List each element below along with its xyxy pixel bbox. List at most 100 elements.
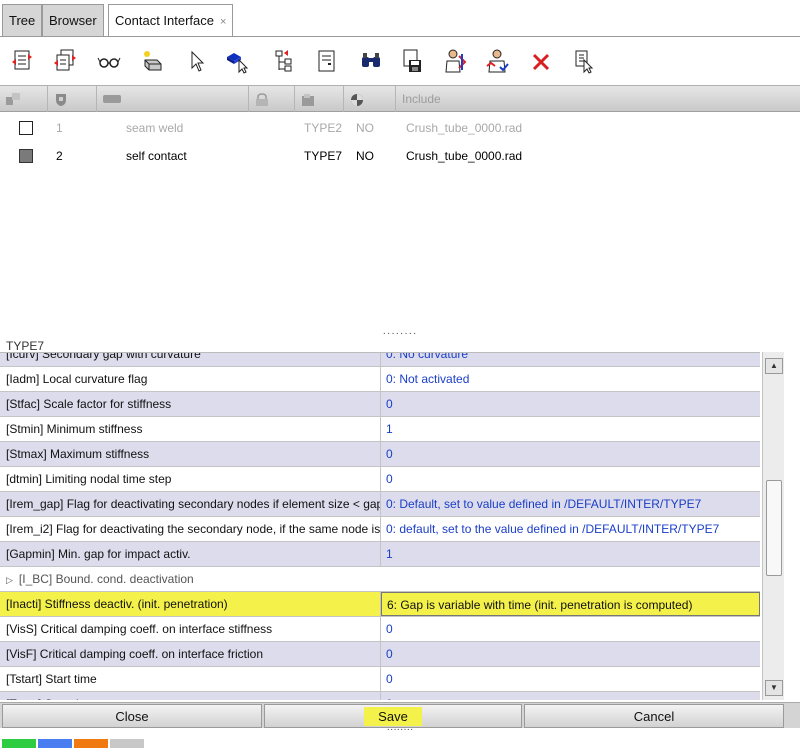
select-entity-icon[interactable] xyxy=(223,47,251,75)
delete-icon[interactable] xyxy=(527,47,555,75)
bottom-splitter[interactable]: ········ xyxy=(0,725,800,736)
close-button[interactable]: Close xyxy=(2,704,262,728)
attr-row[interactable]: [Tstart] Start time 0 xyxy=(0,667,760,692)
attr-group-row[interactable]: ▷ [I_BC] Bound. cond. deactivation xyxy=(0,567,760,592)
attr-value[interactable]: 0: Default, set to value defined in /DEF… xyxy=(381,492,760,516)
find-binoculars-icon[interactable] xyxy=(357,47,385,75)
attr-row[interactable]: [Iadm] Local curvature flag 0: Not activ… xyxy=(0,367,760,392)
attr-value[interactable]: 0 xyxy=(381,692,760,700)
attr-value[interactable]: 0: Not activated xyxy=(381,367,760,391)
copy-interface-icon[interactable] xyxy=(51,47,79,75)
tab-browser[interactable]: Browser xyxy=(42,4,104,36)
attr-label: [Icurv] Secondary gap with curvature xyxy=(0,353,381,366)
header-name-col[interactable] xyxy=(97,86,249,112)
contact-check2-icon[interactable] xyxy=(483,47,511,75)
attr-row[interactable]: [VisS] Critical damping coeff. on interf… xyxy=(0,617,760,642)
tab-contact-interface[interactable]: Contact Interface × xyxy=(108,4,234,37)
row-name: self contact xyxy=(126,149,187,163)
status-swatch-orange xyxy=(74,739,108,748)
attr-row[interactable]: [Stmax] Maximum stiffness 0 xyxy=(0,442,760,467)
cancel-button[interactable]: Cancel xyxy=(524,704,784,728)
scroll-up-icon[interactable]: ▲ xyxy=(765,358,783,374)
select-arrow-icon[interactable] xyxy=(183,47,211,75)
status-swatch-green xyxy=(2,739,36,748)
attr-row[interactable]: [Gapmin] Min. gap for impact activ. 1 xyxy=(0,542,760,567)
isolate-icon[interactable] xyxy=(139,47,167,75)
attr-label: [Irem_i2] Flag for deactivating the seco… xyxy=(0,517,381,541)
table-row[interactable]: 2 self contact TYPE7 NO Crush_tube_0000.… xyxy=(0,143,800,170)
attr-value[interactable]: 0: default, set to the value defined in … xyxy=(381,517,760,541)
tab-browser-label: Browser xyxy=(49,13,97,28)
properties-icon[interactable] xyxy=(313,47,341,75)
attr-label: [Stfac] Scale factor for stiffness xyxy=(0,392,381,416)
hierarchy-icon[interactable] xyxy=(270,47,298,75)
panel-splitter[interactable]: ········ xyxy=(0,329,800,341)
attr-value[interactable]: 0: No curvature xyxy=(381,353,760,366)
row-id: 1 xyxy=(56,121,63,135)
status-swatch-gray xyxy=(110,739,144,748)
attr-row[interactable]: [VisF] Critical damping coeff. on interf… xyxy=(0,642,760,667)
contact-check-icon[interactable] xyxy=(442,47,470,75)
attr-label: [Iadm] Local curvature flag xyxy=(0,367,381,391)
attr-row[interactable]: [Irem_i2] Flag for deactivating the seco… xyxy=(0,517,760,542)
header-lock-col[interactable] xyxy=(249,86,295,112)
type-icon xyxy=(301,93,315,106)
header-include-col[interactable]: Include xyxy=(396,86,800,112)
lock-icon xyxy=(255,93,269,106)
header-type-col[interactable] xyxy=(295,86,344,112)
header-checkbox-col[interactable] xyxy=(0,86,48,112)
status-ball-icon xyxy=(350,93,364,106)
table-header: Include xyxy=(0,85,800,112)
attr-label: [VisS] Critical damping coeff. on interf… xyxy=(0,617,381,641)
new-interface-icon[interactable] xyxy=(8,47,36,75)
name-label-icon xyxy=(103,93,121,105)
save-file-icon[interactable] xyxy=(398,47,426,75)
row-id: 2 xyxy=(56,149,63,163)
row-include: Crush_tube_0000.rad xyxy=(406,149,523,163)
row-name: seam weld xyxy=(126,121,184,135)
tab-tree[interactable]: Tree xyxy=(2,4,43,36)
scroll-down-icon[interactable]: ▼ xyxy=(765,680,783,696)
section-label: TYPE7 xyxy=(6,339,45,353)
attr-value[interactable]: 0 xyxy=(381,617,760,641)
attr-value[interactable]: 0 xyxy=(381,642,760,666)
attr-label: [VisF] Critical damping coeff. on interf… xyxy=(0,642,381,666)
export-icon[interactable] xyxy=(570,47,598,75)
review-glasses-icon[interactable] xyxy=(95,47,123,75)
expand-triangle-icon[interactable]: ▷ xyxy=(6,575,13,585)
attr-label: [Tstart] Start time xyxy=(0,667,381,691)
row-checkbox[interactable] xyxy=(19,149,33,163)
attr-label: [Stmax] Maximum stiffness xyxy=(0,442,381,466)
row-checkbox[interactable] xyxy=(19,121,33,135)
attr-row-highlighted[interactable]: [Inacti] Stiffness deactiv. (init. penet… xyxy=(0,592,760,617)
row-flag: NO xyxy=(356,149,374,163)
attr-value[interactable]: 0 xyxy=(381,442,760,466)
row-flag: NO xyxy=(356,121,374,135)
tab-tree-label: Tree xyxy=(9,13,36,28)
attr-row[interactable]: [Tstop] Stop time 0 xyxy=(0,692,760,700)
table-row[interactable]: 1 seam weld TYPE2 NO Crush_tube_0000.rad xyxy=(0,115,800,142)
header-id-col[interactable] xyxy=(48,86,97,112)
attr-label: [Gapmin] Min. gap for impact activ. xyxy=(0,542,381,566)
blocks-icon xyxy=(6,93,20,105)
attr-value[interactable]: 1 xyxy=(381,417,760,441)
attr-value[interactable]: 0 xyxy=(381,392,760,416)
attr-row[interactable]: [Icurv] Secondary gap with curvature 0: … xyxy=(0,353,760,367)
attr-row[interactable]: [dtmin] Limiting nodal time step 0 xyxy=(0,467,760,492)
toolbar xyxy=(0,37,800,85)
tab-contact-interface-label: Contact Interface xyxy=(115,13,214,28)
attr-row[interactable]: [Stmin] Minimum stiffness 1 xyxy=(0,417,760,442)
attr-value[interactable]: 0 xyxy=(381,467,760,491)
row-include: Crush_tube_0000.rad xyxy=(406,121,523,135)
attr-value-dropdown[interactable]: 6: Gap is variable with time (init. pene… xyxy=(381,592,760,616)
header-status-col[interactable] xyxy=(344,86,396,112)
scroll-thumb[interactable] xyxy=(766,480,782,576)
attr-value[interactable]: 0 xyxy=(381,667,760,691)
attribute-grid: [Icurv] Secondary gap with curvature 0: … xyxy=(0,352,760,700)
attr-value[interactable]: 1 xyxy=(381,542,760,566)
vertical-scrollbar[interactable]: ▲ ▼ xyxy=(762,352,784,700)
attr-row[interactable]: [Stfac] Scale factor for stiffness 0 xyxy=(0,392,760,417)
row-type: TYPE7 xyxy=(304,149,343,163)
tab-close-icon[interactable]: × xyxy=(220,16,226,28)
attr-row[interactable]: [Irem_gap] Flag for deactivating seconda… xyxy=(0,492,760,517)
